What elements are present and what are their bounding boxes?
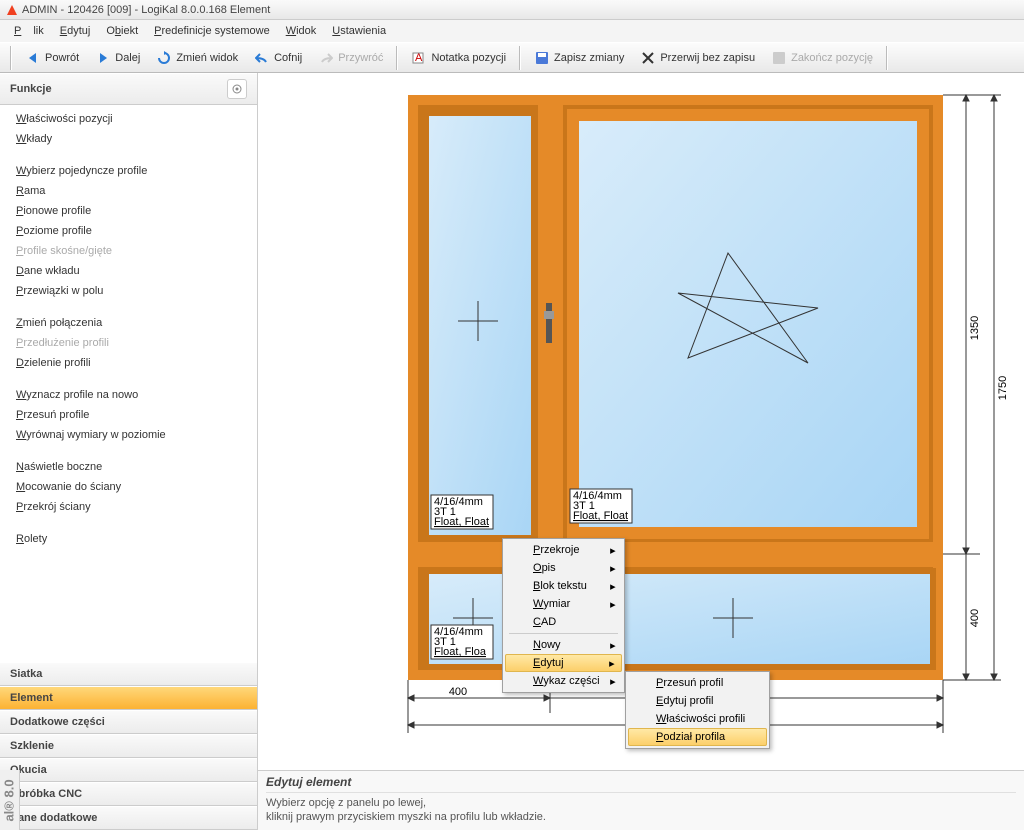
footer-title: Edytuj element — [266, 775, 1016, 793]
sidebar-header: Funkcje — [0, 73, 257, 105]
sidebar-item[interactable]: Wybierz pojedyncze profile — [0, 161, 257, 181]
save-icon-2 — [771, 50, 787, 66]
context-menu-item[interactable]: Edytuj▸ — [505, 654, 622, 672]
app-icon — [6, 4, 18, 16]
menu-settings[interactable]: Ustawienia — [326, 23, 392, 39]
context-menu-item[interactable]: Przesuń profil — [628, 674, 767, 692]
redo-icon — [318, 50, 334, 66]
menubar: Plik Edytuj Obiekt Predefinicje systemow… — [0, 20, 1024, 42]
svg-text:Float, Float: Float, Float — [434, 516, 489, 528]
note-icon: A — [411, 50, 427, 66]
next-button[interactable]: Dalej — [88, 46, 147, 70]
footer-hint: Edytuj element Wybierz opcję z panelu po… — [258, 770, 1024, 830]
changeview-button[interactable]: Zmień widok — [149, 46, 245, 70]
context-submenu[interactable]: Przesuń profilEdytuj profilWłaściwości p… — [625, 671, 770, 749]
sidebar-item[interactable]: Dane wkładu — [0, 261, 257, 281]
menu-predef[interactable]: Predefinicje systemowe — [148, 23, 276, 39]
sidebar-item: Przedłużenie profili — [0, 333, 257, 353]
sidebar-item[interactable]: Wkłady — [0, 129, 257, 149]
drawing-area: 4/16/4mm3T 1Float, Float 4/16/4mm3T 1Flo… — [258, 73, 1024, 830]
sidebar-item[interactable]: Zmień połączenia — [0, 313, 257, 333]
context-menu-item[interactable]: Opis▸ — [505, 559, 622, 577]
sidebar-item[interactable]: Wyznacz profile na nowo — [0, 385, 257, 405]
context-menu-item[interactable]: CAD — [505, 613, 622, 631]
save-icon — [534, 50, 550, 66]
titlebar: ADMIN - 120426 [009] - LogiKal 8.0.0.168… — [0, 0, 1024, 20]
menu-view[interactable]: Widok — [280, 23, 323, 39]
svg-text:400: 400 — [449, 686, 467, 698]
sidebar-group[interactable]: Szklenie — [0, 734, 257, 758]
sidebar-list: Właściwości pozycjiWkłady Wybierz pojedyn… — [0, 105, 257, 662]
window-title: ADMIN - 120426 [009] - LogiKal 8.0.0.168… — [22, 4, 270, 16]
redo-button: Przywróć — [311, 46, 390, 70]
undo-button[interactable]: Cofnij — [247, 46, 309, 70]
sidebar-item[interactable]: Przesuń profile — [0, 405, 257, 425]
canvas[interactable]: 4/16/4mm3T 1Float, Float 4/16/4mm3T 1Flo… — [258, 73, 1024, 770]
context-menu-item[interactable]: Blok tekstu▸ — [505, 577, 622, 595]
context-menu-item[interactable]: Właściwości profili — [628, 710, 767, 728]
svg-text:A: A — [415, 52, 423, 64]
sidebar-item[interactable]: Pionowe profile — [0, 201, 257, 221]
sidebar-group[interactable]: Siatka — [0, 662, 257, 686]
sidebar-item[interactable]: Przewiązki w polu — [0, 281, 257, 301]
sidebar-group[interactable]: Dodatkowe części — [0, 710, 257, 734]
sidebar-group[interactable]: Element — [0, 686, 257, 710]
svg-text:Float, Floa: Float, Floa — [434, 646, 487, 658]
sidebar-item: Profile skośne/gięte — [0, 241, 257, 261]
context-menu-item[interactable]: Wymiar▸ — [505, 595, 622, 613]
svg-text:1350: 1350 — [969, 316, 981, 340]
sidebar-item[interactable]: Wyrównaj wymiary w poziomie — [0, 425, 257, 445]
close-icon — [640, 50, 656, 66]
sidebar-item[interactable]: Przekrój ściany — [0, 497, 257, 517]
menu-object[interactable]: Obiekt — [100, 23, 144, 39]
sidebar-item[interactable]: Rolety — [0, 529, 257, 549]
finish-button: Zakończ pozycję — [764, 46, 880, 70]
sidebar-item[interactable]: Dzielenie profili — [0, 353, 257, 373]
sidebar-group[interactable]: Obróbka CNC — [0, 782, 257, 806]
toolbar: Powrót Dalej Zmień widok Cofnij Przywróć… — [0, 42, 1024, 73]
sidebar-item[interactable]: Mocowanie do ściany — [0, 477, 257, 497]
next-icon — [95, 50, 111, 66]
context-menu-item[interactable]: Przekroje▸ — [505, 541, 622, 559]
sidebar-item[interactable]: Poziome profile — [0, 221, 257, 241]
context-menu-item[interactable]: Nowy▸ — [505, 636, 622, 654]
gear-icon[interactable] — [227, 79, 247, 99]
sidebar-item[interactable]: Rama — [0, 181, 257, 201]
sidebar-item[interactable]: Właściwości pozycji — [0, 109, 257, 129]
menu-edit[interactable]: Edytuj — [54, 23, 97, 39]
undo-icon — [254, 50, 270, 66]
svg-text:1750: 1750 — [997, 376, 1009, 400]
cancel-button[interactable]: Przerwij bez zapisu — [633, 46, 762, 70]
back-button[interactable]: Powrót — [18, 46, 86, 70]
version-strip: al® 8.0 — [0, 770, 20, 830]
context-menu[interactable]: Przekroje▸Opis▸Blok tekstu▸Wymiar▸CAD Now… — [502, 538, 625, 693]
posnote-button[interactable]: A Notatka pozycji — [404, 46, 513, 70]
sidebar-item[interactable]: Naświetle boczne — [0, 457, 257, 477]
context-menu-item[interactable]: Podział profila — [628, 728, 767, 746]
svg-text:Float, Float: Float, Float — [573, 510, 628, 522]
context-menu-item[interactable]: Wykaz części▸ — [505, 672, 622, 690]
refresh-icon — [156, 50, 172, 66]
back-icon — [25, 50, 41, 66]
svg-text:400: 400 — [969, 609, 981, 627]
sidebar-group[interactable]: Dane dodatkowe — [0, 806, 257, 830]
menu-file[interactable]: Plik — [8, 23, 50, 39]
sidebar-group[interactable]: Okucia — [0, 758, 257, 782]
save-button[interactable]: Zapisz zmiany — [527, 46, 631, 70]
sidebar: Funkcje Właściwości pozycjiWkłady Wybierz… — [0, 73, 258, 830]
context-menu-item[interactable]: Edytuj profil — [628, 692, 767, 710]
